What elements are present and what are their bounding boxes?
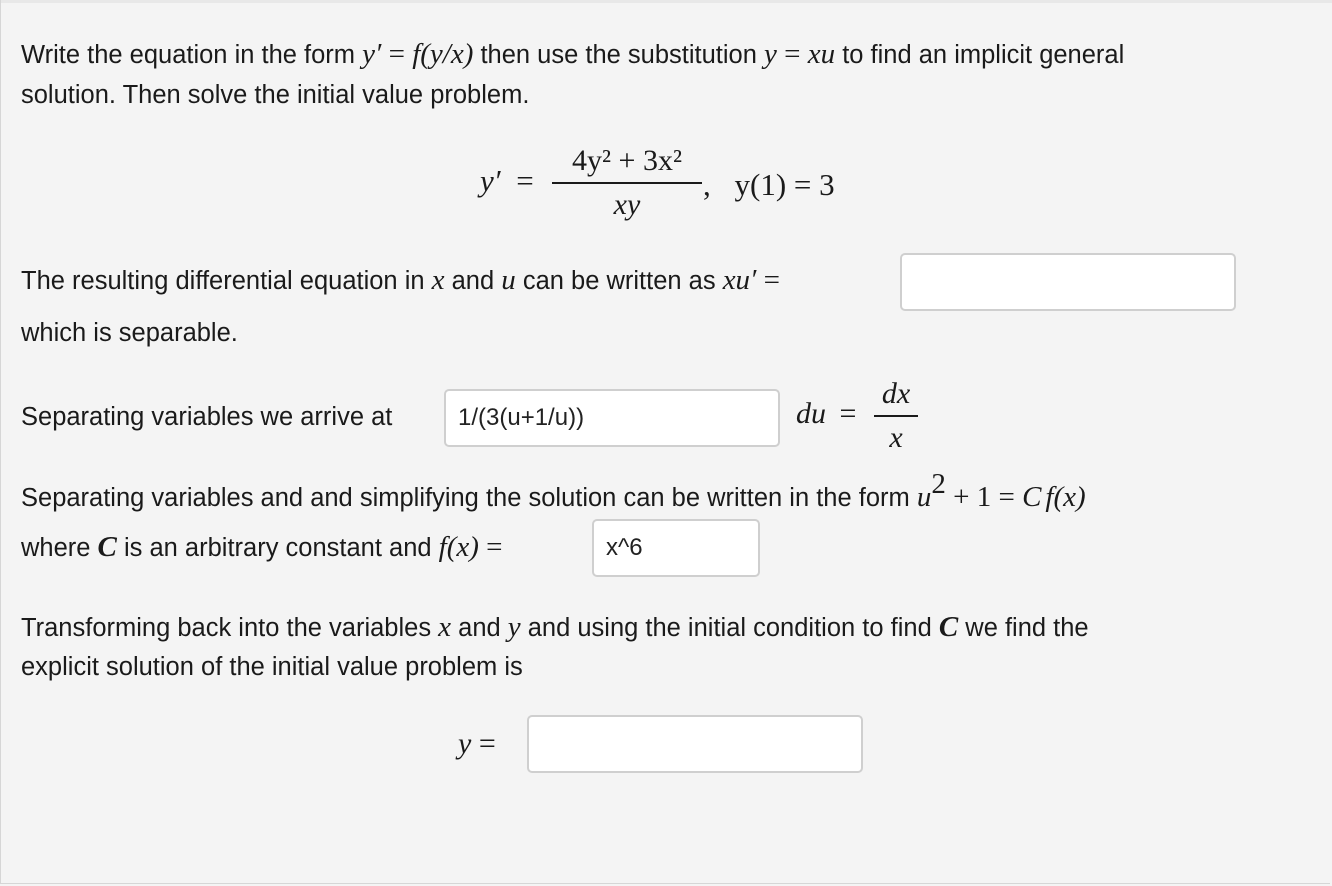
initial-condition: y(1) = 3 xyxy=(734,167,835,202)
math-x: x xyxy=(431,264,445,296)
answer-input-f-of-x[interactable] xyxy=(592,519,760,577)
step3-line-2: where C is an arbitrary constant and f(x… xyxy=(21,527,503,568)
math-y: y xyxy=(507,611,521,643)
math-C: C xyxy=(938,611,959,643)
step3-line-1: Separating variables and and simplifying… xyxy=(21,470,1086,518)
equation-lhs: y′ = xyxy=(480,163,534,199)
intro-line-1: Write the equation in the form y′ = f(y/… xyxy=(21,34,1124,75)
math-plus-one-equals: + 1 = xyxy=(945,481,1023,513)
fraction-bar xyxy=(874,415,918,417)
answer-input-xu-prime[interactable] xyxy=(900,253,1236,311)
step4-text: and using the initial condition to find xyxy=(520,614,939,642)
equation-ivp: , y(1) = 3 xyxy=(703,167,835,203)
math-yprime: y′ xyxy=(362,38,382,70)
intro-text: then use the substitution xyxy=(473,41,764,69)
answer-input-explicit-solution[interactable] xyxy=(527,715,863,773)
equation-fraction: 4y² + 3x² xy xyxy=(552,144,702,222)
math-du: du xyxy=(796,397,826,430)
math-yprime: y′ xyxy=(480,163,501,198)
comma: , xyxy=(703,167,711,202)
math-f-y-over-x: f(y/x) xyxy=(412,38,474,70)
fraction-denominator: xy xyxy=(613,188,641,221)
math-f-of-x: f(x) xyxy=(1045,481,1086,513)
math-C: C xyxy=(1022,481,1042,513)
step4-line-1: Transforming back into the variables x a… xyxy=(21,607,1089,648)
step1-text: can be written as xyxy=(515,267,723,295)
intro-line-2: solution. Then solve the initial value p… xyxy=(21,81,530,109)
math-f-of-x: f(x) xyxy=(438,531,479,563)
fraction-numerator: 4y² + 3x² xyxy=(572,144,682,177)
final-answer-lhs: y = xyxy=(458,727,496,761)
math-equals: = xyxy=(471,727,496,760)
step1-line-1: The resulting differential equation in x… xyxy=(21,260,780,301)
step3-text: Separating variables and and simplifying… xyxy=(21,484,917,512)
intro-text: to find an implicit general xyxy=(835,41,1125,69)
fraction-bar xyxy=(552,182,702,184)
step1-text: The resulting differential equation in xyxy=(21,267,432,295)
math-u: u xyxy=(501,264,516,296)
math-equals: = xyxy=(516,163,534,198)
math-equals: = xyxy=(756,264,781,296)
math-equals: = xyxy=(839,397,857,430)
answer-input-separated[interactable] xyxy=(444,389,780,447)
intro-text: Write the equation in the form xyxy=(21,41,363,69)
math-equals: = xyxy=(776,38,808,70)
superscript-2: 2 xyxy=(931,468,946,500)
math-u: u xyxy=(916,481,932,513)
fraction-denominator: x xyxy=(889,421,903,454)
step4-line-2: explicit solution of the initial value p… xyxy=(21,653,523,681)
math-x: x xyxy=(438,611,452,643)
math-equals: = xyxy=(478,531,503,563)
step3-text: is an arbitrary constant and xyxy=(116,534,439,562)
fraction-numerator: dx xyxy=(881,377,911,410)
step4-text: we find the xyxy=(958,614,1089,642)
math-xuprime: xu′ xyxy=(722,264,757,296)
math-equals: = xyxy=(381,38,413,70)
step1-text: and xyxy=(444,267,502,295)
math-C: C xyxy=(97,531,117,563)
math-xu: xu xyxy=(807,38,836,70)
step1-line-2: which is separable. xyxy=(21,319,238,347)
dx-over-x-fraction: dx x xyxy=(874,377,918,455)
math-y: y xyxy=(764,38,777,70)
step4-text: Transforming back into the variables xyxy=(21,614,439,642)
math-y: y xyxy=(458,727,472,760)
step3-text: where xyxy=(21,534,98,562)
step4-text: and xyxy=(451,614,508,642)
step2-du: du = xyxy=(796,397,856,431)
step2-label: Separating variables we arrive at xyxy=(21,403,393,431)
